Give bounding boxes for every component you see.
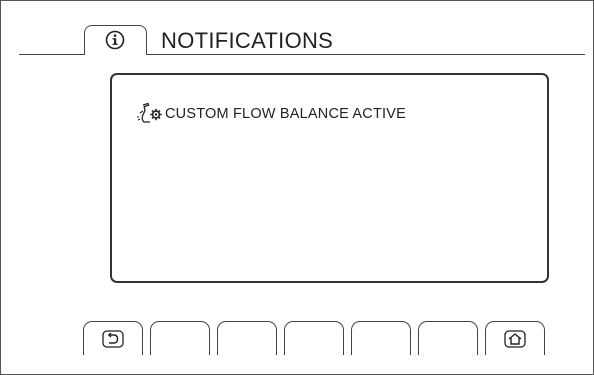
header-tab-info <box>84 25 147 55</box>
home-icon <box>504 329 526 348</box>
page-title: NOTIFICATIONS <box>161 28 334 53</box>
info-icon <box>105 30 125 50</box>
notification-text: CUSTOM FLOW BALANCE ACTIVE <box>165 106 407 122</box>
softkey-5[interactable] <box>351 321 411 355</box>
custom-flow-balance-icon <box>137 102 162 123</box>
softkey-home[interactable] <box>485 321 545 355</box>
display-screen: NOTIFICATIONS CUSTOM FLOW BALANCE ACTIVE <box>0 0 594 375</box>
softkey-2[interactable] <box>150 321 210 355</box>
notification-panel: CUSTOM FLOW BALANCE ACTIVE <box>110 73 549 283</box>
softkey-6[interactable] <box>418 321 478 355</box>
back-icon <box>102 329 124 348</box>
softkey-3[interactable] <box>217 321 277 355</box>
softkey-back[interactable] <box>83 321 143 355</box>
softkey-4[interactable] <box>284 321 344 355</box>
notification-item: CUSTOM FLOW BALANCE ACTIVE <box>134 102 406 126</box>
